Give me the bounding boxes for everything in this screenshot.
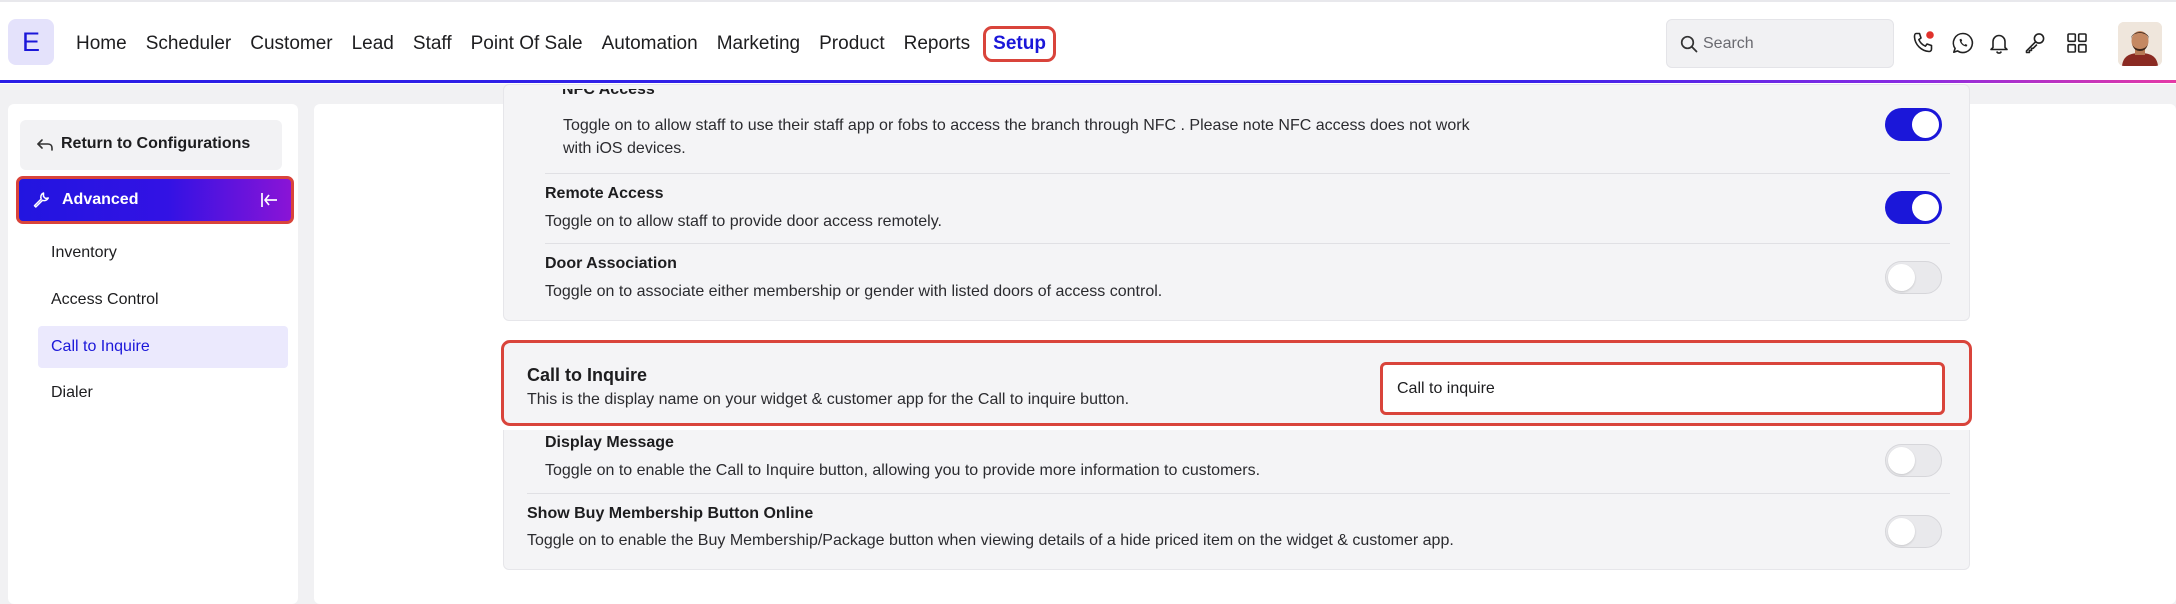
nav-item-scheduler[interactable]: Scheduler	[146, 30, 232, 58]
buy-membership-toggle[interactable]	[1885, 515, 1942, 548]
nfc-access-description: Toggle on to allow staff to use their st…	[563, 117, 1470, 157]
app-logo[interactable]: E	[8, 19, 54, 65]
return-label: Return to Configurations	[61, 135, 251, 152]
nav-item-setup[interactable]: Setup	[983, 26, 1056, 62]
advanced-label: Advanced	[62, 191, 139, 208]
nav-item-lead[interactable]: Lead	[352, 30, 394, 58]
buy-membership-description: Toggle on to enable the Buy Membership/P…	[527, 532, 1454, 549]
sidebar-item-call-to-inquire[interactable]: Call to Inquire	[38, 326, 288, 368]
search-icon	[1680, 35, 1698, 53]
nav-accent-bar	[0, 80, 2176, 83]
configuration-sidebar: Return to Configurations Advanced Invent…	[8, 104, 298, 604]
nav-item-automation[interactable]: Automation	[602, 30, 698, 58]
nav-item-product[interactable]: Product	[819, 30, 884, 58]
display-message-title: Display Message	[545, 434, 674, 451]
user-avatar[interactable]	[2118, 22, 2162, 66]
divider	[545, 243, 1950, 244]
nav-item-reports[interactable]: Reports	[904, 30, 971, 58]
display-message-description: Toggle on to enable the Call to Inquire …	[545, 462, 1261, 479]
advanced-section-header[interactable]: Advanced	[16, 176, 294, 224]
divider	[545, 173, 1950, 174]
nfc-access-toggle[interactable]	[1885, 108, 1942, 141]
nav-item-marketing[interactable]: Marketing	[717, 30, 800, 58]
user-avatar-image	[2118, 22, 2162, 66]
divider	[527, 493, 1950, 494]
wrench-icon	[33, 192, 50, 208]
nav-item-home[interactable]: Home	[76, 30, 127, 58]
grid-icon[interactable]	[2064, 30, 2090, 56]
door-association-toggle[interactable]	[1885, 261, 1942, 294]
display-message-toggle[interactable]	[1885, 444, 1942, 477]
return-to-configurations-link[interactable]: Return to Configurations	[20, 120, 282, 170]
collapse-sidebar-icon[interactable]	[259, 190, 279, 210]
access-control-card: NFC Access Toggle on to allow staff to u…	[503, 84, 1970, 321]
phone-icon[interactable]	[1910, 30, 1936, 56]
nfc-access-title: NFC Access	[562, 89, 655, 98]
bell-icon[interactable]	[1986, 30, 2012, 56]
remote-access-title: Remote Access	[545, 185, 664, 202]
nav-item-customer[interactable]: Customer	[250, 30, 332, 58]
call-to-inquire-options-card: Display Message Toggle on to enable the …	[503, 430, 1970, 570]
global-search[interactable]	[1666, 19, 1894, 68]
sidebar-item-inventory[interactable]: Inventory	[38, 232, 288, 274]
nav-item-point-of-sale[interactable]: Point Of Sale	[471, 30, 583, 58]
door-association-title: Door Association	[545, 255, 677, 272]
nav-item-staff[interactable]: Staff	[413, 30, 452, 58]
remote-access-description: Toggle on to allow staff to provide door…	[545, 213, 942, 230]
call-to-inquire-label-input[interactable]	[1380, 362, 1945, 415]
door-association-description: Toggle on to associate either membership…	[545, 283, 1163, 300]
remote-access-toggle[interactable]	[1885, 191, 1942, 224]
search-input[interactable]	[1703, 32, 1883, 56]
whatsapp-icon[interactable]	[1950, 30, 1976, 56]
sidebar-item-access-control[interactable]: Access Control	[38, 279, 288, 321]
call-to-inquire-title: Call to Inquire	[527, 365, 648, 385]
key-icon[interactable]	[2022, 30, 2048, 56]
buy-membership-title: Show Buy Membership Button Online	[527, 505, 814, 522]
sidebar-item-dialer[interactable]: Dialer	[38, 372, 288, 414]
return-arrow-icon	[37, 139, 53, 151]
main-menu: Home Scheduler Customer Lead Staff Point…	[76, 26, 1075, 62]
call-to-inquire-description: This is the display name on your widget …	[527, 391, 1130, 408]
top-navigation-bar: E Home Scheduler Customer Lead Staff Poi…	[0, 0, 2176, 84]
